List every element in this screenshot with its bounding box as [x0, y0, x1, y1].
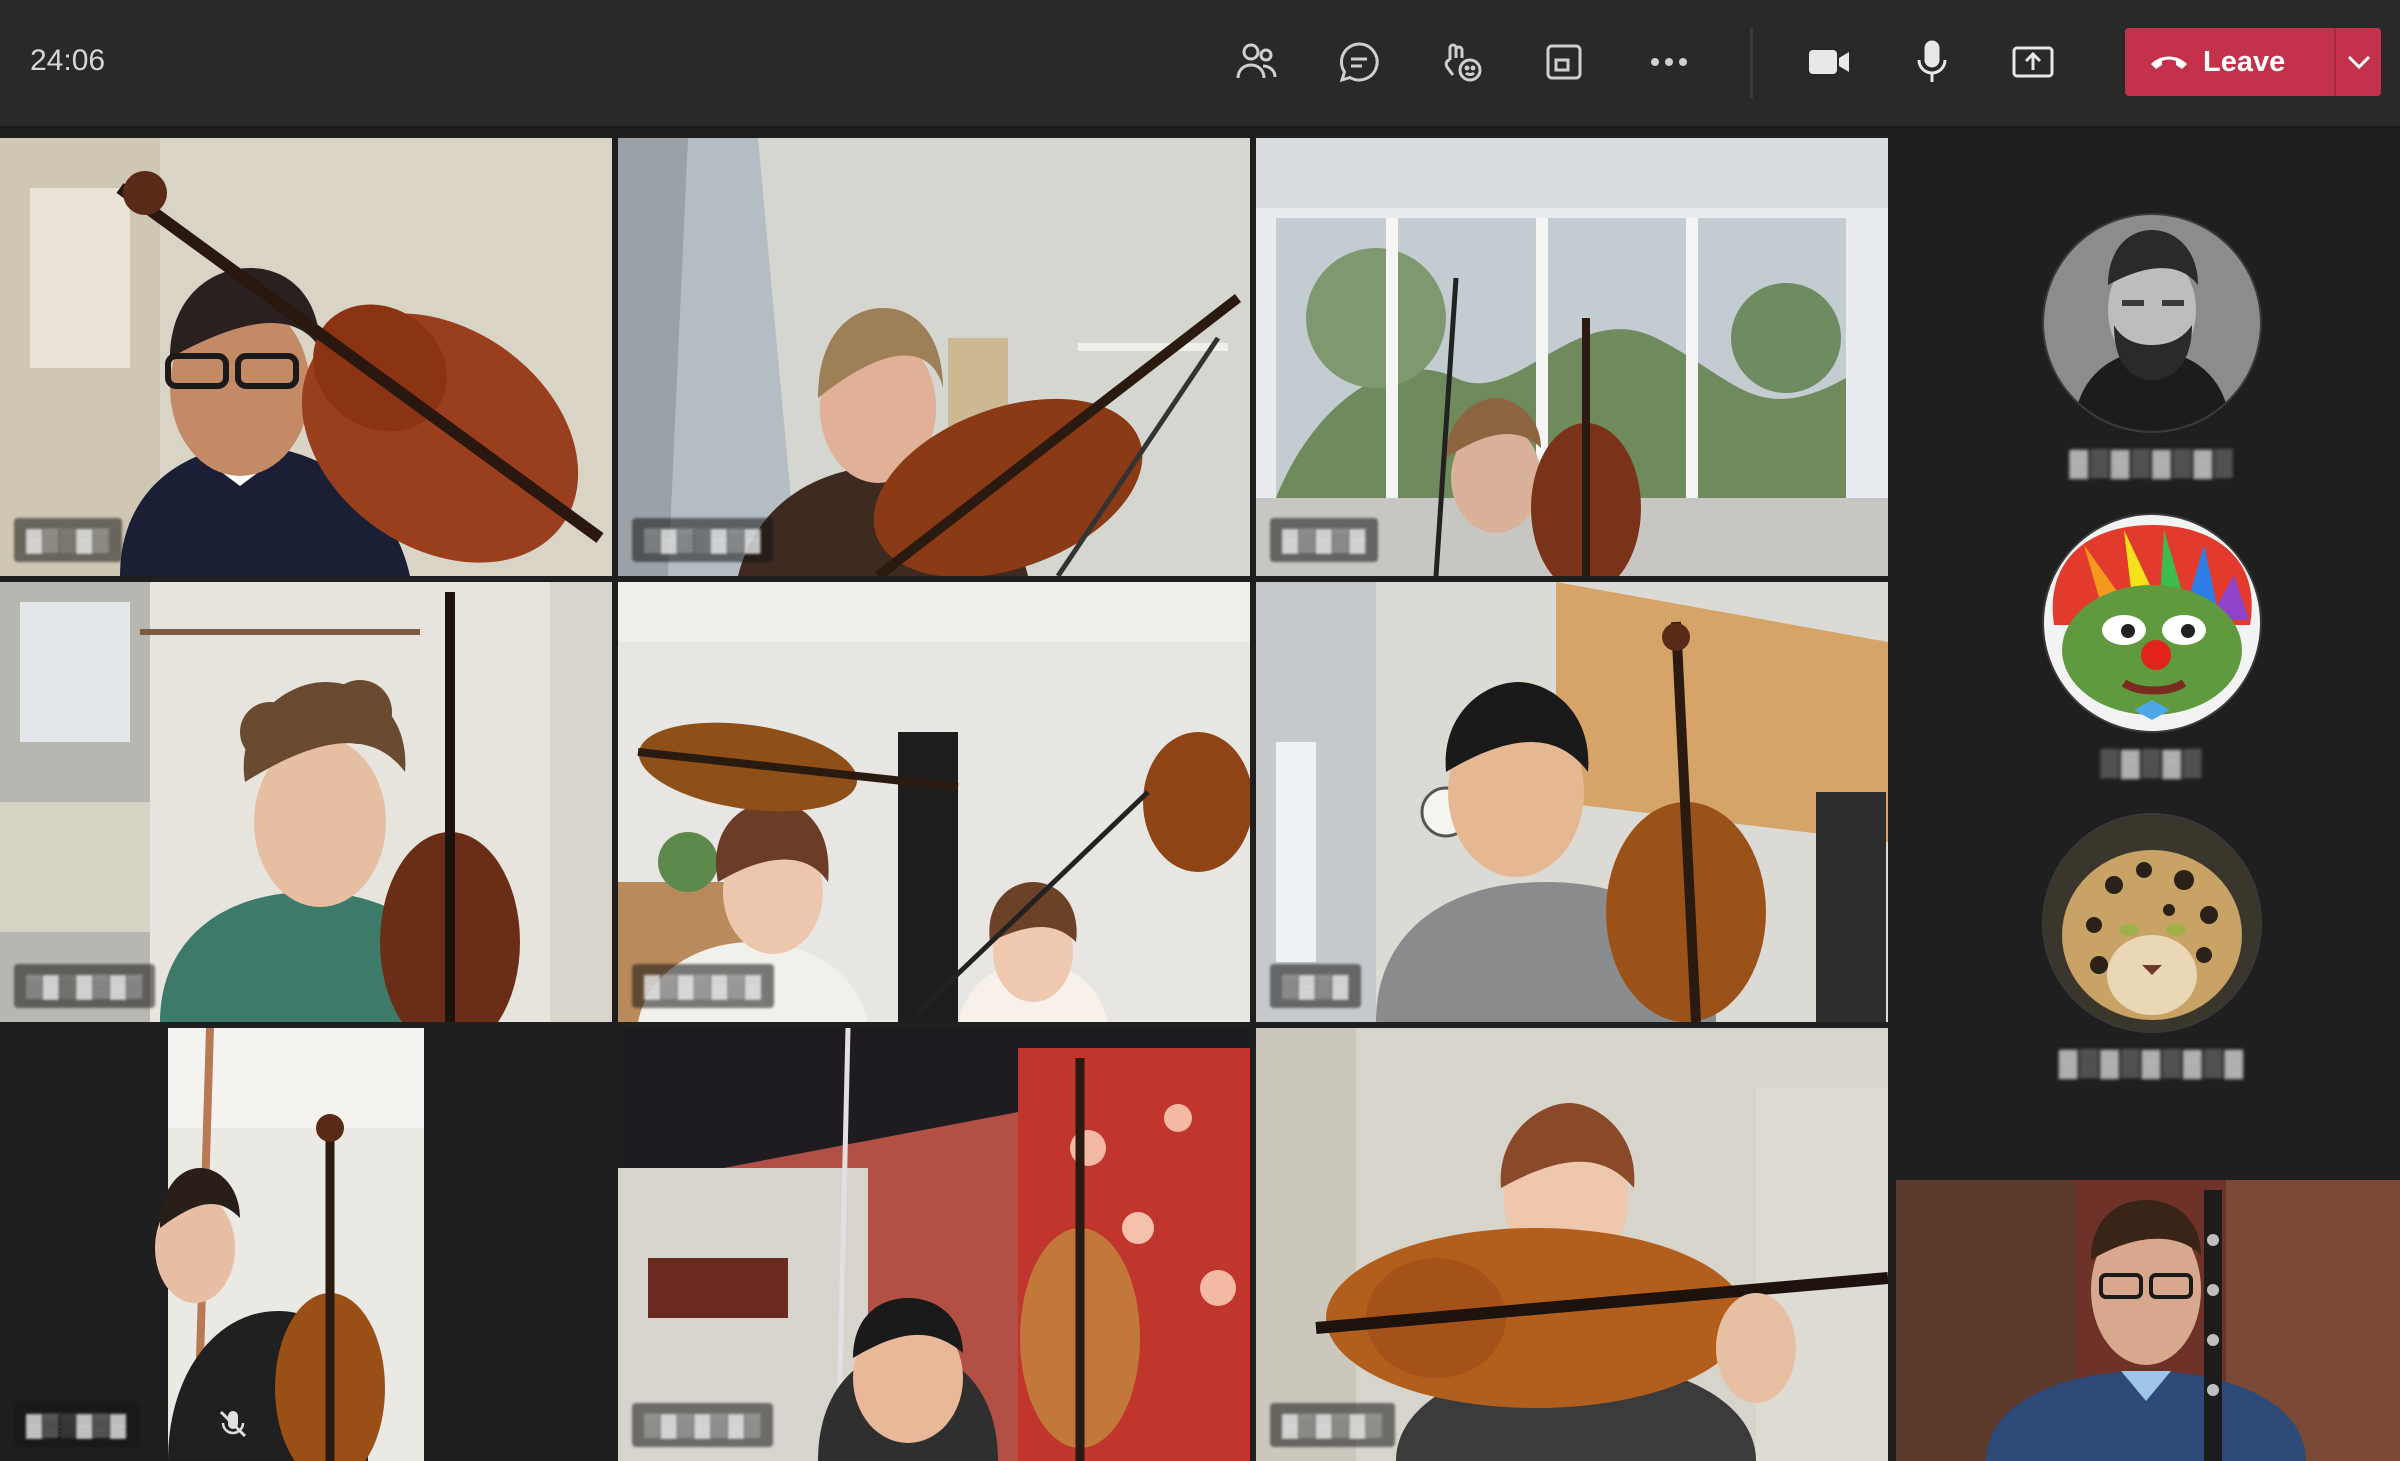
roster-participant[interactable]: ▓▒▓▒▓▒▓▒▓ — [2042, 813, 2262, 1078]
participant-video — [1256, 138, 1888, 576]
video-tile[interactable]: ▓▒▓▒▓▒▓ — [618, 582, 1250, 1022]
meeting-timer: 24:06 — [30, 44, 106, 77]
chat-icon[interactable] — [1330, 33, 1388, 91]
participant-name: ▓▒▓▒▓▒▓▒▓ — [2058, 1047, 2246, 1077]
participant-video — [1896, 1180, 2400, 1461]
avatar — [2042, 213, 2262, 433]
video-tile[interactable]: ▓▒░▓▒▓ — [0, 1028, 612, 1461]
video-stage: ▓▒░▓▒ ▒▓▒░▓▒▓ ▓▒▓▒▓ ▒▓░▓▒▓▒ ▓▒▓▒▓▒▓ ▒▓▒▓… — [0, 128, 1892, 1461]
chevron-down-icon — [2347, 55, 2370, 70]
camera-icon[interactable] — [1800, 33, 1858, 91]
mic-icon[interactable] — [1903, 33, 1961, 91]
participant-name: ▒▓▒░▓▒▓ — [632, 518, 774, 562]
participant-video — [0, 1028, 612, 1461]
participant-name: ▓▒▓▒▓▒▓ — [632, 964, 774, 1008]
video-tile[interactable]: ▓▒░▓▒ — [0, 138, 612, 576]
participant-video — [618, 1028, 1250, 1461]
reactions-icon[interactable] — [1433, 33, 1491, 91]
participant-name: ▓▒░▓▒ — [14, 518, 122, 562]
roster-participant[interactable]: ▒▓▒▓▒ — [2042, 513, 2262, 778]
self-view-tile[interactable] — [1896, 1180, 2400, 1461]
hangup-icon — [2151, 56, 2187, 69]
participant-video — [618, 138, 1250, 576]
participant-name: ▓▒▓▒▓▒ — [1270, 1403, 1395, 1447]
share-icon[interactable] — [2004, 33, 2062, 91]
participant-video — [1256, 1028, 1888, 1461]
participant-name: ▓▒▓▒▓ — [1270, 518, 1379, 562]
avatar — [2042, 513, 2262, 733]
leave-options-button[interactable] — [2336, 28, 2381, 96]
video-tile[interactable]: ▒▓▒░▓▒▓ — [618, 138, 1250, 576]
participant-name: ▒▓░▓▒▓▒ — [14, 964, 156, 1008]
video-tile[interactable]: ▒▓▒▓ — [1256, 582, 1888, 1022]
participant-video — [0, 582, 612, 1022]
people-icon[interactable] — [1228, 33, 1286, 91]
participant-name: ▒▓▒▓▒ — [2100, 747, 2204, 777]
participant-name: ▒▓▒▓ — [1270, 964, 1362, 1008]
mic-off-icon — [219, 1410, 247, 1438]
participant-name: ▓▒░▓▒▓ — [14, 1403, 139, 1447]
participant-video — [618, 582, 1250, 1022]
participant-video — [1256, 582, 1888, 1022]
participant-name: ▓▒▓▒▓▒▓▒ — [2069, 447, 2235, 477]
toolbar-divider — [1750, 28, 1753, 98]
avatar — [2042, 813, 2262, 1033]
participant-name: ▒▓▒▓▒▓▒ — [632, 1403, 774, 1447]
participant-video — [0, 138, 612, 576]
video-tile[interactable]: ▒▓▒▓▒▓▒ — [618, 1028, 1250, 1461]
leave-button-group: Leave — [2125, 28, 2381, 96]
leave-button[interactable]: Leave — [2125, 28, 2334, 96]
more-icon[interactable] — [1640, 33, 1698, 91]
video-tile[interactable]: ▒▓░▓▒▓▒ — [0, 582, 612, 1022]
leave-label: Leave — [2203, 45, 2286, 78]
meeting-toolbar: 24:06 Leave — [0, 0, 2400, 128]
video-tile[interactable]: ▓▒▓▒▓▒ — [1256, 1028, 1888, 1461]
video-tile[interactable]: ▓▒▓▒▓ — [1256, 138, 1888, 576]
rooms-icon[interactable] — [1535, 33, 1593, 91]
roster-participant[interactable]: ▓▒▓▒▓▒▓▒ — [2042, 213, 2262, 478]
